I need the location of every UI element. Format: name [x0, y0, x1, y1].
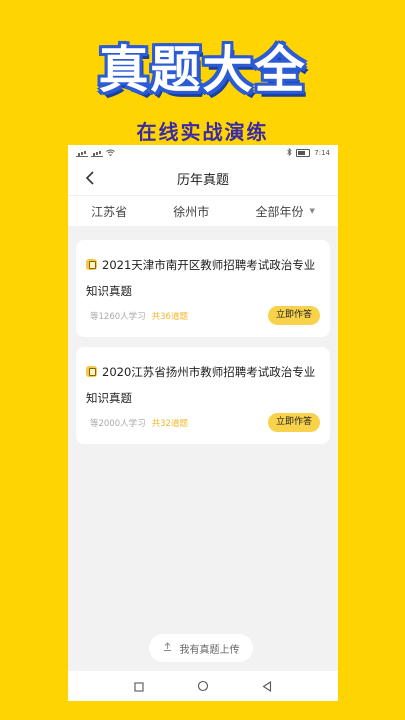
signal-icon	[91, 150, 103, 157]
province-filter[interactable]: 江苏省	[91, 203, 127, 220]
bluetooth-icon	[287, 147, 292, 158]
card-title: 2020江苏省扬州市教师招聘考试政治专业知识真题	[86, 359, 320, 411]
status-right: 7:14	[287, 147, 330, 158]
filter-bar: 江苏省 徐州市 全部年份 ▼	[68, 195, 338, 226]
list-item[interactable]: 2020江苏省扬州市教师招聘考试政治专业知识真题 等2000人学习 共32道题 …	[76, 347, 330, 444]
hero-title: 真题大全	[98, 41, 307, 99]
year-filter[interactable]: 全部年份 ▼	[256, 203, 315, 220]
system-navigation-bar	[68, 671, 338, 701]
back-arrow-icon[interactable]	[82, 170, 98, 186]
header-bar: 历年真题	[68, 161, 338, 195]
hero-subtitle: 在线实战演练	[136, 120, 269, 144]
status-bar: 7:14	[68, 145, 338, 161]
question-count: 共32道题	[151, 419, 188, 429]
city-filter[interactable]: 徐州市	[173, 203, 209, 220]
upload-label: 我有真题上传	[179, 644, 240, 656]
page-title: 历年真题	[176, 172, 229, 188]
document-icon	[86, 366, 97, 377]
province-label: 江苏省	[91, 204, 128, 219]
clock: 7:14	[314, 149, 330, 157]
card-meta: 等1260人学习 共36道题	[90, 310, 188, 322]
learner-count: 等1260人学习	[90, 312, 146, 322]
back-triangle-icon[interactable]	[262, 677, 272, 696]
answer-now-button[interactable]: 立即作答	[267, 413, 320, 432]
answer-now-button[interactable]: 立即作答	[267, 306, 320, 325]
card-meta: 等2000人学习 共32道题	[90, 417, 188, 429]
card-title-text: 2020江苏省扬州市教师招聘考试政治专业知识真题	[86, 365, 316, 405]
learner-count: 等2000人学习	[90, 419, 146, 429]
upload-icon	[163, 642, 172, 654]
battery-icon	[296, 149, 311, 157]
list-item[interactable]: 2021天津市南开区教师招聘考试政治专业知识真题 等1260人学习 共36道题 …	[76, 240, 330, 337]
question-count: 共36道题	[151, 312, 188, 322]
year-label: 全部年份	[255, 204, 304, 219]
phone-screen: 7:14 历年真题 江苏省 徐州市 全部年份 ▼ 2021天津市南开区教师招聘考…	[68, 145, 338, 701]
upload-questions-button[interactable]: 我有真题上传	[149, 634, 253, 662]
signal-indicators	[76, 149, 115, 158]
city-label: 徐州市	[173, 204, 210, 219]
chevron-down-icon: ▼	[309, 207, 315, 215]
recent-apps-icon[interactable]	[134, 677, 144, 696]
card-title: 2021天津市南开区教师招聘考试政治专业知识真题	[86, 252, 320, 304]
document-icon	[86, 259, 97, 270]
home-icon[interactable]	[197, 677, 209, 696]
card-title-text: 2021天津市南开区教师招聘考试政治专业知识真题	[86, 258, 316, 298]
wifi-icon	[106, 149, 115, 158]
signal-icon	[76, 150, 88, 157]
